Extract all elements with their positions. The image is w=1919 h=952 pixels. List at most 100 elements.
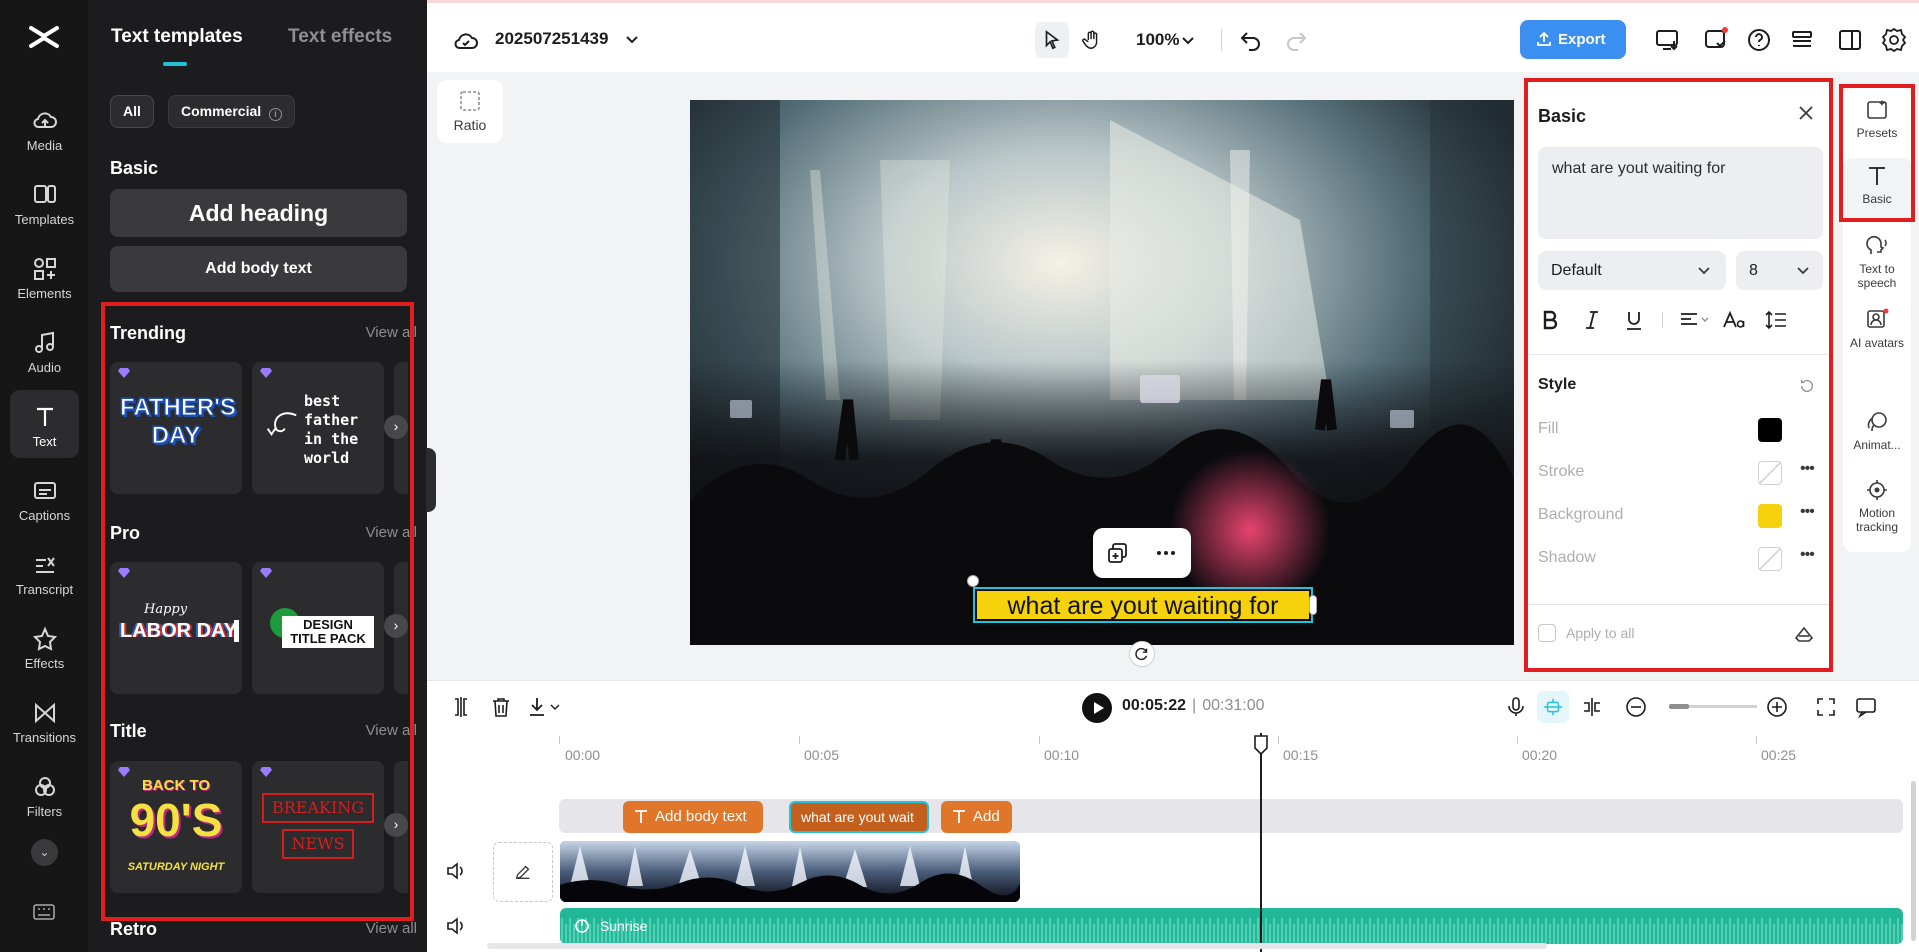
close-icon[interactable]: [1797, 104, 1815, 122]
view-all-title-link[interactable]: View all: [366, 722, 417, 739]
chevron-right-icon[interactable]: ›: [384, 415, 408, 439]
rail-item-animation[interactable]: Animat...: [1843, 404, 1911, 458]
filter-chip-commercial[interactable]: Commercial i: [168, 95, 296, 128]
rail-item-captions[interactable]: Captions: [10, 464, 79, 532]
rail-item-effects[interactable]: Effects: [10, 612, 79, 680]
play-button[interactable]: [1082, 693, 1112, 723]
add-body-text-button[interactable]: Add body text: [110, 246, 407, 292]
template-tile-fathers-day[interactable]: FATHER'S DAY: [110, 362, 242, 494]
text-clip-selected[interactable]: what are yout wait: [789, 801, 929, 833]
text-clip-add[interactable]: Add: [941, 801, 1012, 833]
chevron-down-icon[interactable]: [1180, 33, 1196, 49]
microphone-icon[interactable]: [1504, 695, 1528, 719]
rail-item-basic[interactable]: Basic: [1843, 158, 1911, 220]
panel-collapse-handle[interactable]: [426, 448, 436, 512]
zoom-in-icon[interactable]: [1765, 695, 1789, 719]
rail-item-presets[interactable]: Presets: [1843, 92, 1911, 154]
rotate-handle[interactable]: [1129, 641, 1155, 667]
view-all-pro-link[interactable]: View all: [366, 524, 417, 541]
more-dots-icon[interactable]: •••: [1800, 546, 1815, 564]
apply-to-all-checkbox[interactable]: [1538, 624, 1556, 642]
more-dots-icon[interactable]: [1154, 541, 1178, 565]
edit-cover-button[interactable]: [493, 842, 553, 902]
audio-clip[interactable]: Sunrise: [560, 908, 1903, 944]
ratio-button[interactable]: Ratio: [437, 80, 503, 143]
hand-tool-button[interactable]: [1075, 22, 1109, 58]
resize-handle[interactable]: [967, 575, 979, 587]
split-trim-icon[interactable]: [449, 695, 473, 719]
rail-item-ai-avatars[interactable]: AI avatars: [1843, 302, 1911, 368]
text-clip-add-body[interactable]: Add body text: [623, 801, 763, 833]
stroke-color-swatch[interactable]: [1758, 461, 1782, 485]
font-select[interactable]: Default: [1538, 251, 1726, 290]
chevron-down-icon[interactable]: [623, 31, 641, 49]
template-tile-best-father[interactable]: best father in the world: [252, 362, 384, 494]
rail-item-media[interactable]: Media: [10, 94, 79, 162]
undo-icon[interactable]: [1238, 27, 1264, 53]
volume-icon[interactable]: [445, 861, 467, 881]
stack-layers-icon[interactable]: [1789, 27, 1815, 53]
download-dropdown-icon[interactable]: [527, 695, 563, 719]
zoom-level[interactable]: 100%: [1136, 30, 1179, 50]
cloud-sync-icon[interactable]: [453, 29, 479, 55]
project-name[interactable]: 202507251439: [495, 29, 608, 49]
more-dots-icon[interactable]: •••: [1800, 460, 1815, 478]
video-clip[interactable]: [560, 841, 1020, 902]
more-dots-icon[interactable]: •••: [1800, 503, 1815, 521]
caption-text[interactable]: what are yout waiting for: [977, 591, 1309, 620]
reset-icon[interactable]: [1799, 378, 1815, 394]
zoom-out-icon[interactable]: [1624, 695, 1648, 719]
template-tile-labor-day[interactable]: Happy LABOR DAY: [110, 562, 242, 694]
font-size-select[interactable]: 8: [1736, 251, 1823, 290]
help-icon[interactable]: [1746, 27, 1772, 53]
rail-item-elements[interactable]: Elements: [10, 242, 79, 310]
export-button[interactable]: Export: [1520, 20, 1626, 59]
tab-text-effects[interactable]: Text effects: [288, 26, 392, 48]
split-panel-icon[interactable]: [1837, 27, 1863, 53]
vertical-scrollbar[interactable]: [1911, 781, 1916, 941]
chevron-right-icon[interactable]: ›: [384, 813, 408, 837]
rail-item-text-to-speech[interactable]: Text to speech: [1843, 228, 1911, 294]
eraser-icon[interactable]: [1793, 622, 1815, 644]
align-left-icon[interactable]: [1678, 308, 1712, 332]
rail-item-text[interactable]: Text: [10, 390, 79, 458]
playhead[interactable]: [1260, 733, 1262, 952]
playhead-handle-icon[interactable]: [1253, 735, 1269, 755]
shield-check-icon[interactable]: [1703, 27, 1729, 53]
add-heading-button[interactable]: Add heading: [110, 189, 407, 237]
template-tile-back-to-90s[interactable]: BACK TO 90'S SATURDAY NIGHT: [110, 761, 242, 893]
fill-color-swatch[interactable]: [1758, 418, 1782, 442]
rail-item-transitions[interactable]: Transitions: [10, 686, 79, 754]
resize-handle[interactable]: [1309, 595, 1317, 615]
chevron-down-icon[interactable]: ⌄: [31, 839, 58, 866]
underline-icon[interactable]: [1622, 308, 1646, 332]
volume-icon[interactable]: [445, 916, 467, 936]
background-color-swatch[interactable]: [1758, 504, 1782, 528]
auto-snap-button[interactable]: [1537, 691, 1569, 723]
delete-icon[interactable]: [489, 695, 513, 719]
rail-item-motion-tracking[interactable]: Motion tracking: [1843, 472, 1911, 538]
slider-thumb[interactable]: [1669, 704, 1689, 709]
timeline-zoom-slider[interactable]: [1669, 704, 1757, 709]
filter-chip-all[interactable]: All: [110, 95, 154, 128]
rail-item-transcript[interactable]: Transcript: [10, 538, 79, 606]
rail-item-audio[interactable]: Audio: [10, 316, 79, 384]
horizontal-scrollbar[interactable]: [487, 943, 1547, 949]
template-tile-design-title[interactable]: DESIGN TITLE PACK: [252, 562, 384, 694]
chevron-right-icon[interactable]: ›: [384, 614, 408, 638]
settings-gear-icon[interactable]: [1881, 27, 1907, 53]
redo-icon[interactable]: [1283, 27, 1309, 53]
view-all-trending-link[interactable]: View all: [366, 324, 417, 341]
template-tile-breaking-news[interactable]: BREAKING NEWS: [252, 761, 384, 893]
fit-screen-icon[interactable]: [1814, 695, 1838, 719]
view-all-retro-link[interactable]: View all: [366, 920, 417, 937]
keyboard-icon[interactable]: [33, 904, 55, 920]
rail-item-filters[interactable]: Filters: [10, 760, 79, 828]
text-content-input[interactable]: what are yout waiting for: [1538, 147, 1823, 239]
tab-text-templates[interactable]: Text templates: [111, 26, 243, 48]
caption-text-box[interactable]: what are yout waiting for: [967, 575, 1317, 623]
shadow-color-swatch[interactable]: [1758, 547, 1782, 571]
select-tool-button[interactable]: [1035, 22, 1069, 58]
duplicate-icon[interactable]: [1106, 541, 1130, 565]
split-link-icon[interactable]: [1580, 695, 1604, 719]
